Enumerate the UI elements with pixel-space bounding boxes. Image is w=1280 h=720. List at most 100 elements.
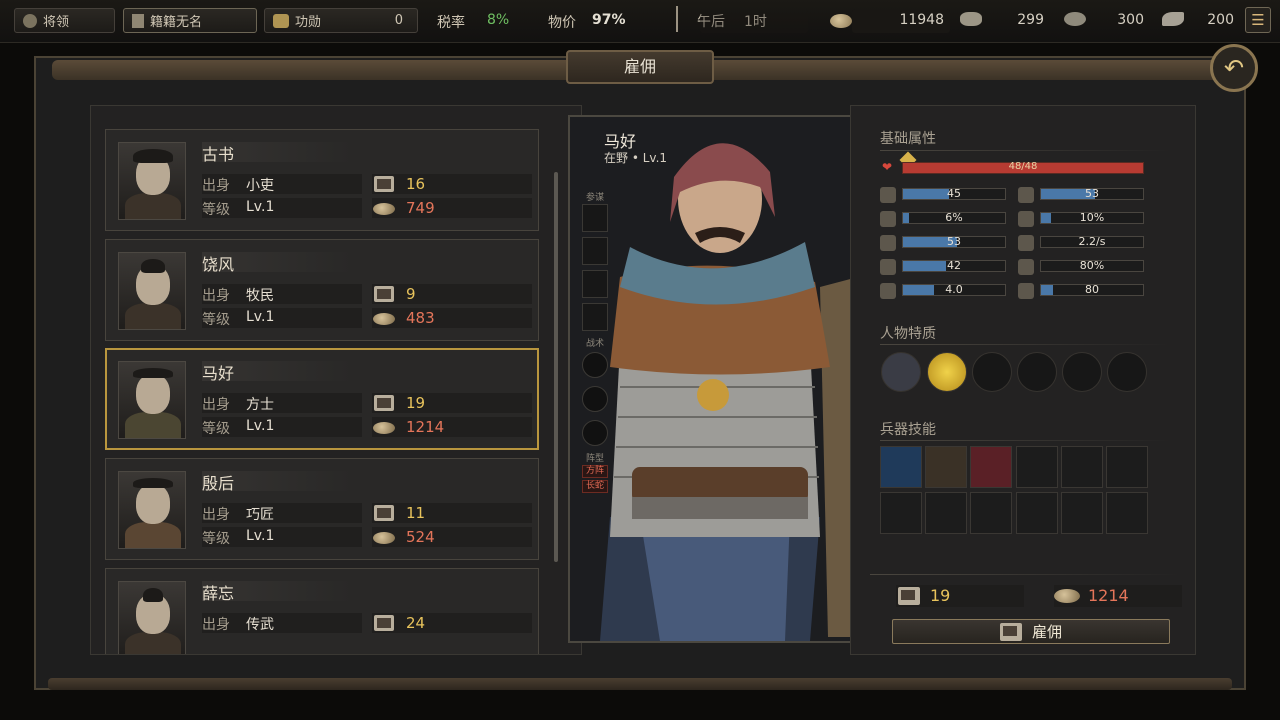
recruit-name: 饶风 <box>202 255 235 274</box>
origin-label: 出身 <box>202 617 230 633</box>
strategist-slot[interactable] <box>582 204 608 232</box>
back-arrow-icon[interactable]: ↶ <box>1210 44 1258 92</box>
general-icon <box>23 13 37 28</box>
formation-tag: 长蛇 <box>582 480 608 493</box>
weapon-skill-slot-empty[interactable] <box>1106 446 1148 488</box>
origin-value: 传武 <box>246 617 274 633</box>
tactic-slot-label: 战术 <box>585 339 604 349</box>
general-button[interactable]: 将领 <box>14 8 115 33</box>
stat-icon <box>1018 211 1034 227</box>
recruit-card[interactable]: 薛忘 出身 传武 24 <box>105 568 539 654</box>
coins-icon <box>1054 589 1080 603</box>
origin-label: 出身 <box>202 397 230 413</box>
tactic-slot[interactable] <box>582 420 608 446</box>
origin-value: 方士 <box>246 397 274 413</box>
cost-value: 749 <box>406 199 435 217</box>
level-value: Lv.1 <box>246 418 275 434</box>
books-value: 16 <box>406 175 426 193</box>
recruit-card-selected[interactable]: 马好 出身 方士 等级 Lv.1 19 1214 <box>105 348 539 450</box>
book-icon <box>374 176 394 192</box>
price-label: 物价 <box>548 15 576 31</box>
coins-icon <box>373 532 395 544</box>
tactic-slot[interactable] <box>582 386 608 412</box>
level-value: Lv.1 <box>246 309 275 325</box>
stat-value: 53 <box>1085 187 1099 200</box>
level-value: Lv.1 <box>246 528 275 544</box>
stat-icon <box>880 187 896 203</box>
iron-icon <box>1064 12 1086 26</box>
strategist-slot-label: 参谋 <box>585 193 604 203</box>
trait-icon[interactable] <box>927 352 967 392</box>
weapon-skill-slot-empty[interactable] <box>880 492 922 534</box>
level-value: Lv.1 <box>246 199 275 215</box>
weapon-skill-slot-empty[interactable] <box>1016 492 1058 534</box>
fame-icon <box>1162 12 1184 26</box>
trait-slot-empty[interactable] <box>1017 352 1057 392</box>
weapon-skill-slot-empty[interactable] <box>1061 446 1103 488</box>
trait-slot-empty[interactable] <box>972 352 1012 392</box>
player-name-button[interactable]: 籍籍无名 <box>123 8 257 33</box>
books-value: 24 <box>406 614 426 632</box>
weapon-skill-slot-empty[interactable] <box>1106 492 1148 534</box>
hire-cost-value: 1214 <box>1088 586 1129 605</box>
stat-icon <box>880 259 896 275</box>
book-icon <box>374 505 394 521</box>
stat-icon <box>1018 283 1034 299</box>
hire-books-value: 19 <box>930 586 951 605</box>
book-icon <box>999 622 1022 641</box>
merit-icon <box>273 13 289 28</box>
stat-icon <box>880 235 896 251</box>
cost-value: 483 <box>406 309 435 327</box>
book-icon <box>374 286 394 302</box>
tax-label: 税率 <box>437 15 465 31</box>
stat-value: 10% <box>1079 211 1105 224</box>
book-icon <box>898 587 920 605</box>
money-value: 11948 <box>899 12 944 28</box>
strategist-slot[interactable] <box>582 270 608 298</box>
tax-value: 8% <box>487 12 510 28</box>
weapon-skill-slot-empty[interactable] <box>1061 492 1103 534</box>
sundial-icon <box>676 6 694 32</box>
tactic-slot[interactable] <box>582 352 608 378</box>
coins-icon <box>373 203 395 215</box>
stat-icon <box>880 283 896 299</box>
strategist-slot[interactable] <box>582 237 608 265</box>
recruit-list: 古书 出身 小吏 等级 Lv.1 16 749 饶风 出身 牧民 等级 Lv.1… <box>90 105 582 655</box>
recruit-name: 马好 <box>202 364 235 383</box>
character-status-level: 在野 • Lv.1 <box>604 151 668 165</box>
hire-button[interactable]: 雇佣 <box>892 619 1170 644</box>
origin-value: 巧匠 <box>246 507 274 523</box>
trait-slot-empty[interactable] <box>1107 352 1147 392</box>
menu-list-icon[interactable]: ☰ <box>1245 7 1271 33</box>
weapon-skill-slot-empty[interactable] <box>970 492 1012 534</box>
level-label: 等级 <box>202 421 230 437</box>
weapon-skill-icon[interactable] <box>880 446 922 488</box>
iron-value: 300 <box>1117 12 1144 28</box>
list-scrollbar[interactable] <box>554 172 558 562</box>
stat-icon <box>1018 187 1034 203</box>
level-label: 等级 <box>202 312 230 328</box>
portrait-avatar <box>118 361 186 439</box>
weapon-skill-icon[interactable] <box>925 446 967 488</box>
recruit-card[interactable]: 殷后 出身 巧匠 等级 Lv.1 11 524 <box>105 458 539 560</box>
window-bottom-ornament <box>48 678 1232 690</box>
coins-icon <box>373 313 395 325</box>
trait-icon[interactable] <box>881 352 921 392</box>
trait-slot-empty[interactable] <box>1062 352 1102 392</box>
stat-value: 42 <box>947 259 961 272</box>
coins-icon <box>830 14 852 28</box>
strategist-slot[interactable] <box>582 303 608 331</box>
weapon-skill-slot-empty[interactable] <box>925 492 967 534</box>
character-portrait-frame <box>568 115 860 643</box>
weapon-skill-slot-empty[interactable] <box>1016 446 1058 488</box>
stat-icon <box>1018 259 1034 275</box>
level-label: 等级 <box>202 531 230 547</box>
origin-label: 出身 <box>202 288 230 304</box>
portrait-avatar <box>118 142 186 220</box>
stat-value: 45 <box>947 187 961 200</box>
recruit-card[interactable]: 古书 出身 小吏 等级 Lv.1 16 749 <box>105 129 539 231</box>
merit-display[interactable]: 功勋 0 <box>264 8 418 33</box>
stat-value: 4.0 <box>945 283 963 296</box>
weapon-skill-icon[interactable] <box>970 446 1012 488</box>
recruit-card[interactable]: 饶风 出身 牧民 等级 Lv.1 9 483 <box>105 239 539 341</box>
